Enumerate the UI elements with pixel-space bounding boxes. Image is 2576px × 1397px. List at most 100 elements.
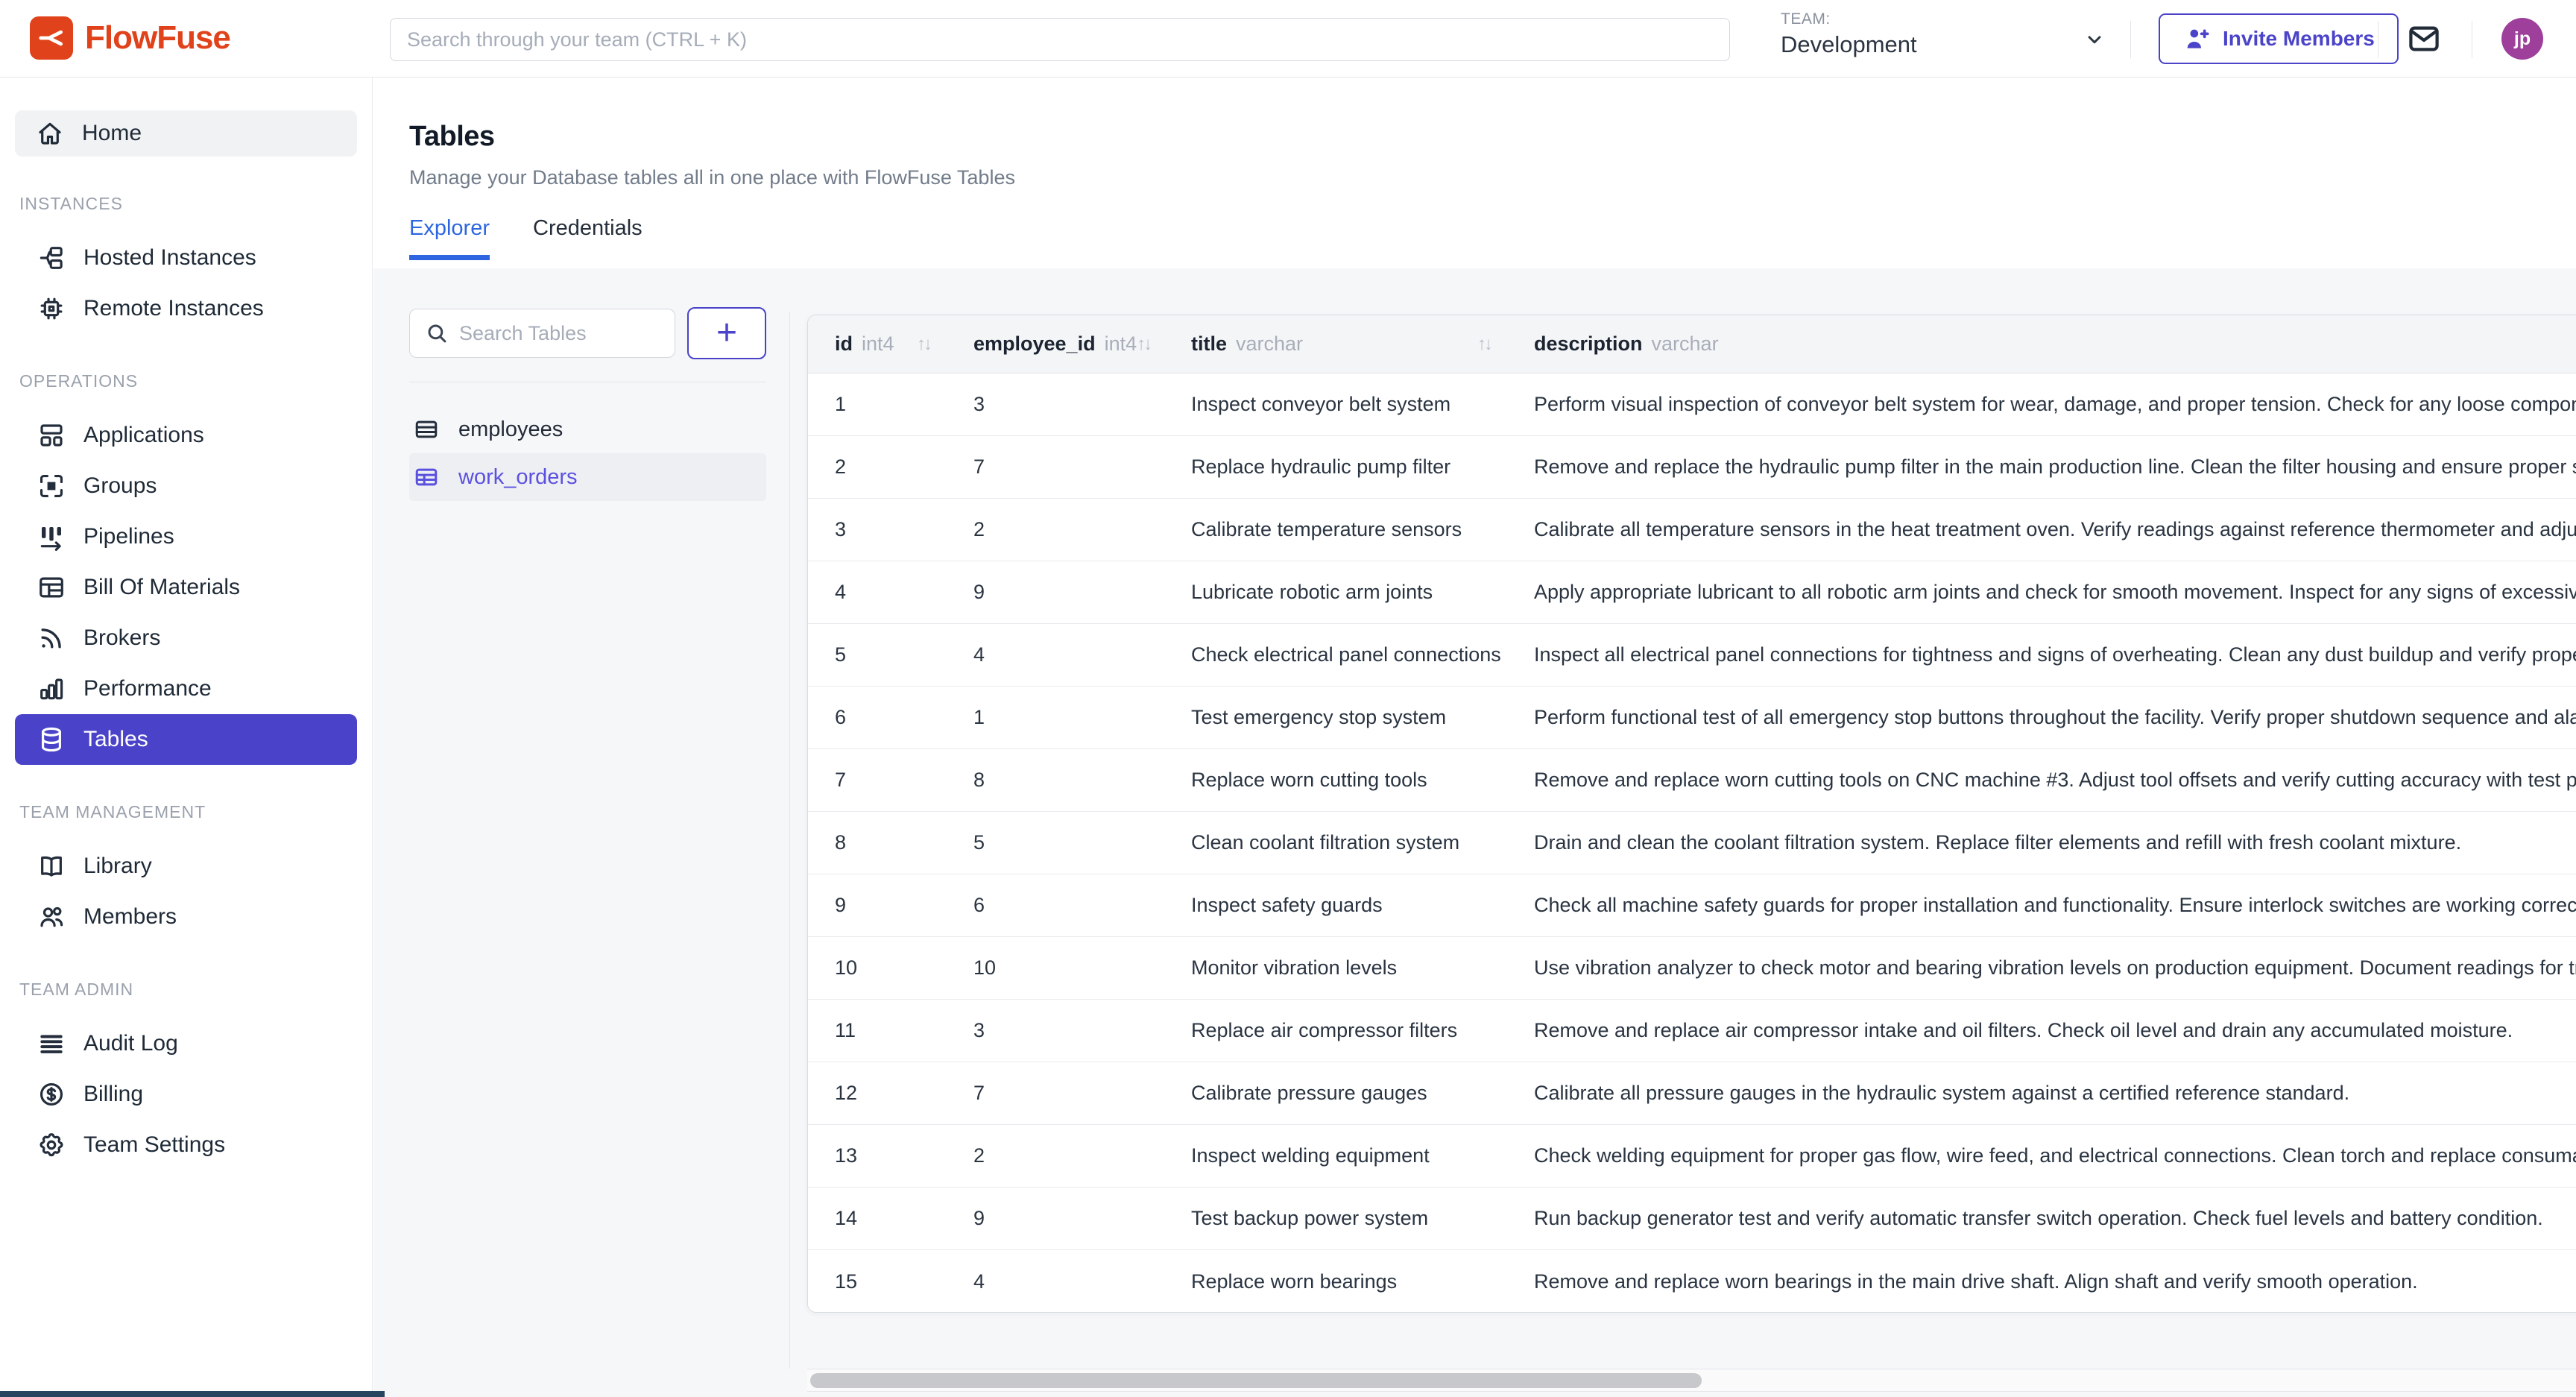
cell-employee-id: 7 — [947, 1082, 1164, 1105]
column-header-employee-id[interactable]: employee_idint4 ↑↓ — [947, 332, 1164, 356]
cell-id: 10 — [808, 956, 947, 980]
cell-employee-id: 7 — [947, 455, 1164, 479]
mail-icon[interactable] — [2406, 21, 2442, 57]
table-list-item-employees[interactable]: employees — [409, 406, 766, 453]
sidebar-item-remote-instances[interactable]: Remote Instances — [0, 283, 372, 334]
sidebar-item-label: Hosted Instances — [83, 245, 256, 271]
cell-title: Inspect welding equipment — [1164, 1144, 1507, 1167]
user-avatar[interactable]: jp — [2501, 18, 2543, 60]
cell-id: 7 — [808, 769, 947, 792]
cell-employee-id: 3 — [947, 393, 1164, 416]
sidebar-item-label: Remote Instances — [83, 296, 264, 321]
cell-employee-id: 9 — [947, 1207, 1164, 1230]
cell-id: 2 — [808, 455, 947, 479]
table-list-item-work-orders[interactable]: work_orders — [409, 453, 766, 501]
table-row[interactable]: 3 2 Calibrate temperature sensors Calibr… — [808, 499, 2576, 561]
cell-id: 3 — [808, 518, 947, 541]
table-row[interactable]: 2 7 Replace hydraulic pump filter Remove… — [808, 436, 2576, 499]
cell-title: Calibrate temperature sensors — [1164, 518, 1507, 541]
table-row[interactable]: 11 3 Replace air compressor filters Remo… — [808, 1000, 2576, 1062]
cell-title: Monitor vibration levels — [1164, 956, 1507, 980]
horizontal-scrollbar-thumb[interactable] — [810, 1373, 1702, 1388]
cell-id: 12 — [808, 1082, 947, 1105]
sidebar-item-label: Groups — [83, 473, 157, 499]
tables-database-icon — [37, 725, 66, 754]
cell-id: 11 — [808, 1019, 947, 1042]
members-users-icon — [37, 903, 66, 931]
tab-bar: Explorer Credentials — [409, 216, 2576, 260]
top-header: FlowFuse TEAM: Development Invite Member… — [0, 0, 2576, 78]
column-header-title[interactable]: titlevarchar ↑↓ — [1164, 332, 1507, 356]
cell-description: Use vibration analyzer to check motor an… — [1507, 956, 2576, 980]
table-row[interactable]: 8 5 Clean coolant filtration system Drai… — [808, 812, 2576, 874]
sidebar-item-label: Bill Of Materials — [83, 575, 240, 600]
sidebar-item-brokers[interactable]: Brokers — [0, 613, 372, 663]
sidebar-item-tables[interactable]: Tables — [15, 714, 357, 765]
cell-title: Clean coolant filtration system — [1164, 831, 1507, 854]
table-row[interactable]: 14 9 Test backup power system Run backup… — [808, 1188, 2576, 1250]
cell-employee-id: 1 — [947, 706, 1164, 729]
invite-members-button[interactable]: Invite Members — [2159, 13, 2399, 64]
gear-icon — [37, 1131, 66, 1159]
column-header-description[interactable]: descriptionvarchar — [1507, 332, 2576, 356]
sidebar-item-label: Applications — [83, 423, 204, 448]
cell-id: 9 — [808, 894, 947, 917]
table-row[interactable]: 10 10 Monitor vibration levels Use vibra… — [808, 937, 2576, 1000]
table-row[interactable]: 5 4 Check electrical panel connections I… — [808, 624, 2576, 687]
sidebar-item-label: Tables — [83, 727, 148, 752]
sidebar-item-hosted-instances[interactable]: Hosted Instances — [0, 233, 372, 283]
cell-title: Test emergency stop system — [1164, 706, 1507, 729]
sort-icon[interactable]: ↑↓ — [1137, 334, 1150, 355]
cell-id: 15 — [808, 1270, 947, 1293]
sidebar-item-performance[interactable]: Performance — [0, 663, 372, 714]
sidebar-item-team-settings[interactable]: Team Settings — [0, 1120, 372, 1170]
global-search-input[interactable] — [390, 18, 1730, 61]
sidebar-item-label: Library — [83, 854, 152, 879]
sidebar-item-bill-of-materials[interactable]: Bill Of Materials — [0, 562, 372, 613]
chevron-down-icon[interactable] — [2083, 28, 2106, 51]
column-name: description — [1534, 332, 1643, 355]
groups-icon — [37, 472, 66, 500]
cell-employee-id: 8 — [947, 769, 1164, 792]
flowfuse-logo[interactable]: FlowFuse — [30, 16, 230, 60]
team-selector[interactable]: TEAM: Development — [1781, 10, 1917, 58]
sidebar-item-billing[interactable]: Billing — [0, 1069, 372, 1120]
table-row[interactable]: 7 8 Replace worn cutting tools Remove an… — [808, 749, 2576, 812]
table-row[interactable]: 6 1 Test emergency stop system Perform f… — [808, 687, 2576, 749]
sidebar-item-label: Home — [82, 121, 142, 146]
sidebar-item-home[interactable]: Home — [15, 110, 357, 157]
cell-id: 6 — [808, 706, 947, 729]
library-book-icon — [37, 852, 66, 880]
table-row[interactable]: 12 7 Calibrate pressure gauges Calibrate… — [808, 1062, 2576, 1125]
table-row[interactable]: 1 3 Inspect conveyor belt system Perform… — [808, 373, 2576, 436]
table-body: 1 3 Inspect conveyor belt system Perform… — [808, 373, 2576, 1313]
tab-explorer[interactable]: Explorer — [409, 216, 490, 260]
add-table-button[interactable]: + — [687, 307, 766, 359]
sort-icon[interactable]: ↑↓ — [1477, 334, 1491, 355]
sidebar-item-members[interactable]: Members — [0, 892, 372, 942]
table-row[interactable]: 15 4 Replace worn bearings Remove and re… — [808, 1250, 2576, 1313]
horizontal-scrollbar-track[interactable] — [807, 1369, 2576, 1392]
sidebar-item-audit-log[interactable]: Audit Log — [0, 1018, 372, 1069]
sidebar: Home INSTANCES Hosted Instances Remote I… — [0, 78, 373, 1397]
sidebar-item-library[interactable]: Library — [0, 841, 372, 892]
main-area: Tables Manage your Database tables all i… — [373, 78, 2576, 1397]
search-tables-input[interactable] — [459, 322, 645, 345]
sidebar-item-groups[interactable]: Groups — [0, 461, 372, 511]
cell-id: 8 — [808, 831, 947, 854]
table-row[interactable]: 9 6 Inspect safety guards Check all mach… — [808, 874, 2576, 937]
sidebar-item-pipelines[interactable]: Pipelines — [0, 511, 372, 562]
table-row[interactable]: 13 2 Inspect welding equipment Check wel… — [808, 1125, 2576, 1188]
cell-id: 1 — [808, 393, 947, 416]
page-title: Tables — [409, 121, 2576, 153]
team-label: TEAM: — [1781, 10, 1917, 28]
column-header-id[interactable]: idint4 ↑↓ — [808, 332, 947, 356]
sidebar-item-applications[interactable]: Applications — [0, 410, 372, 461]
sort-icon[interactable]: ↑↓ — [917, 334, 930, 355]
tab-credentials[interactable]: Credentials — [533, 216, 643, 260]
sidebar-item-label: Performance — [83, 676, 212, 701]
column-name: title — [1191, 332, 1227, 355]
cell-id: 13 — [808, 1144, 947, 1167]
cell-description: Apply appropriate lubricant to all robot… — [1507, 581, 2576, 604]
table-row[interactable]: 4 9 Lubricate robotic arm joints Apply a… — [808, 561, 2576, 624]
